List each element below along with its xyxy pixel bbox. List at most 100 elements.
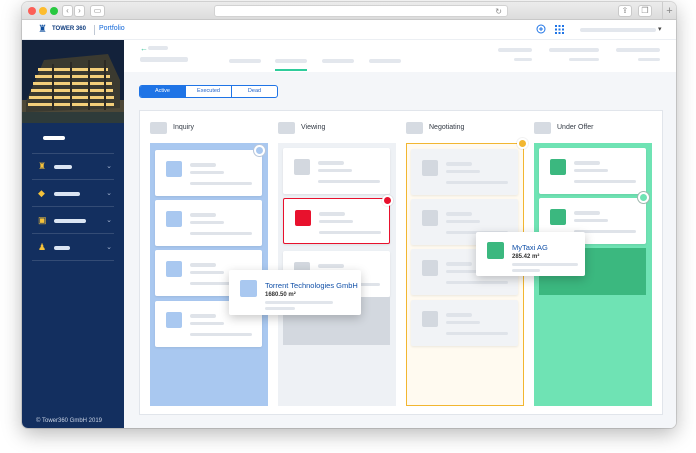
sidebar-item-label bbox=[54, 246, 70, 250]
column-icon-under-offer bbox=[534, 122, 551, 134]
share-icon[interactable]: ⇪ bbox=[618, 5, 632, 17]
deal-card[interactable] bbox=[155, 150, 262, 196]
breadcrumb-placeholder[interactable] bbox=[148, 46, 168, 50]
browser-window: ‹ › ▭ ↻ ⇪ ❐ + ♜ TOWER 360 Portfolio ▾ ♜ … bbox=[22, 2, 676, 428]
sidebar-item-tenants[interactable]: ♟ ⌄ bbox=[32, 235, 114, 261]
tab-dead[interactable]: Dead bbox=[231, 86, 277, 97]
deal-card[interactable] bbox=[411, 300, 518, 346]
lane-status-dot-under-offer bbox=[638, 192, 649, 203]
deal-card[interactable] bbox=[411, 149, 518, 195]
deal-card[interactable] bbox=[155, 200, 262, 246]
card-thumbnail bbox=[550, 209, 566, 225]
section-title[interactable]: Portfolio bbox=[99, 25, 125, 32]
new-tab-icon[interactable]: + bbox=[662, 2, 676, 20]
tab-placeholder[interactable] bbox=[369, 59, 401, 63]
footer-copyright: © Tower360 GmbH 2019 bbox=[36, 418, 103, 424]
card-subtitle-placeholder bbox=[446, 170, 480, 173]
card-meta-placeholder bbox=[446, 281, 508, 284]
card-meta-placeholder bbox=[190, 182, 252, 185]
app-logo-text: TOWER 360 bbox=[52, 26, 86, 32]
card-meta-placeholder bbox=[446, 181, 508, 184]
stat-value-placeholder bbox=[638, 58, 660, 61]
add-circle-icon[interactable] bbox=[536, 24, 546, 34]
card-thumbnail bbox=[295, 210, 311, 226]
tabs-overview-icon[interactable]: ❐ bbox=[638, 5, 652, 17]
column-icon-viewing bbox=[278, 122, 295, 134]
header-divider bbox=[94, 25, 95, 35]
card-subtitle-placeholder bbox=[446, 220, 480, 223]
card-meta-placeholder bbox=[190, 333, 252, 336]
alert-dot bbox=[382, 195, 393, 206]
address-bar[interactable]: ↻ bbox=[214, 5, 508, 17]
reload-icon[interactable]: ↻ bbox=[495, 6, 502, 17]
sidebar-item-buildings[interactable]: ♜ ⌄ bbox=[32, 154, 114, 180]
column-icon-inquiry bbox=[150, 122, 167, 134]
card-subtitle-placeholder bbox=[318, 169, 352, 172]
tab-active[interactable]: Active bbox=[140, 86, 185, 97]
close-window-button[interactable] bbox=[28, 7, 36, 15]
back-arrow-icon[interactable]: ← bbox=[140, 44, 148, 53]
user-menu-placeholder[interactable] bbox=[580, 28, 656, 32]
card-subtitle-placeholder bbox=[574, 219, 608, 222]
column-title-under-offer: Under Offer bbox=[557, 124, 594, 131]
people-icon: ♟ bbox=[38, 242, 47, 252]
chevron-down-icon[interactable]: ⌄ bbox=[106, 243, 112, 251]
deal-card[interactable] bbox=[283, 148, 390, 194]
chevron-down-icon[interactable]: ⌄ bbox=[106, 189, 112, 197]
status-filter: Active Executed Dead bbox=[139, 85, 278, 98]
card-meta-placeholder bbox=[319, 231, 381, 234]
tab-placeholder[interactable] bbox=[229, 59, 261, 63]
browser-titlebar: ‹ › ▭ ↻ ⇪ ❐ + bbox=[22, 2, 676, 20]
dragged-card-torrent[interactable]: Torrent Technologies GmbH 1680.50 m² bbox=[229, 270, 361, 315]
sidebar-item-floorplans[interactable]: ▣ ⌄ bbox=[32, 208, 114, 234]
tab-executed[interactable]: Executed bbox=[185, 86, 231, 97]
chevron-down-icon[interactable]: ⌄ bbox=[106, 162, 112, 170]
card-thumbnail bbox=[166, 211, 182, 227]
chevron-down-icon[interactable]: ⌄ bbox=[106, 216, 112, 224]
sidebar-toggle-icon[interactable]: ▭ bbox=[90, 5, 105, 17]
card-title-placeholder bbox=[574, 211, 600, 215]
tab-placeholder[interactable] bbox=[322, 59, 354, 63]
user-menu-chevron-icon[interactable]: ▾ bbox=[658, 25, 662, 33]
lane-status-dot-inquiry bbox=[254, 145, 265, 156]
card-title-placeholder bbox=[318, 264, 344, 268]
card-thumbnail bbox=[422, 260, 438, 276]
warning-dot bbox=[517, 138, 528, 149]
tenant-name: MyTaxi AG bbox=[512, 243, 548, 252]
page-subheader: ← bbox=[124, 40, 676, 72]
dragged-card-mytaxi[interactable]: MyTaxi AG 285.42 m² bbox=[476, 232, 585, 276]
card-subtitle-placeholder bbox=[446, 321, 480, 324]
back-nav-icon[interactable]: ‹ bbox=[62, 5, 73, 17]
stat-label-placeholder bbox=[498, 48, 532, 52]
deal-card[interactable] bbox=[539, 148, 646, 194]
diamond-icon: ◆ bbox=[38, 188, 45, 198]
tower-logo-icon: ♜ bbox=[38, 24, 47, 35]
card-thumbnail bbox=[422, 311, 438, 327]
card-thumbnail bbox=[294, 159, 310, 175]
card-title-placeholder bbox=[574, 161, 600, 165]
tenant-area: 285.42 m² bbox=[512, 254, 540, 260]
tab-active-placeholder[interactable] bbox=[275, 59, 307, 63]
card-meta-placeholder bbox=[190, 232, 252, 235]
card-meta-placeholder bbox=[318, 180, 380, 183]
card-thumbnail bbox=[166, 312, 182, 328]
sidebar-item-label bbox=[54, 192, 80, 196]
main-content: ← Active Executed Dead Inquiry Viewing N… bbox=[124, 40, 676, 428]
card-thumbnail bbox=[422, 210, 438, 226]
active-tab-underline bbox=[275, 69, 307, 71]
stat-label-placeholder bbox=[616, 48, 660, 52]
zoom-window-button[interactable] bbox=[50, 7, 58, 15]
sidebar-item-dashboard[interactable] bbox=[32, 128, 114, 154]
card-meta-placeholder bbox=[512, 269, 540, 272]
card-title-placeholder bbox=[446, 162, 472, 166]
deal-card-alert[interactable] bbox=[283, 198, 390, 244]
minimize-window-button[interactable] bbox=[39, 7, 47, 15]
apps-grid-icon[interactable] bbox=[555, 25, 564, 34]
forward-nav-icon[interactable]: › bbox=[74, 5, 85, 17]
card-thumbnail bbox=[550, 159, 566, 175]
card-subtitle-placeholder bbox=[319, 220, 353, 223]
card-subtitle-placeholder bbox=[190, 171, 224, 174]
column-title-viewing: Viewing bbox=[301, 124, 326, 131]
sidebar-item-assets[interactable]: ◆ ⌄ bbox=[32, 181, 114, 207]
card-meta-placeholder bbox=[512, 263, 578, 266]
